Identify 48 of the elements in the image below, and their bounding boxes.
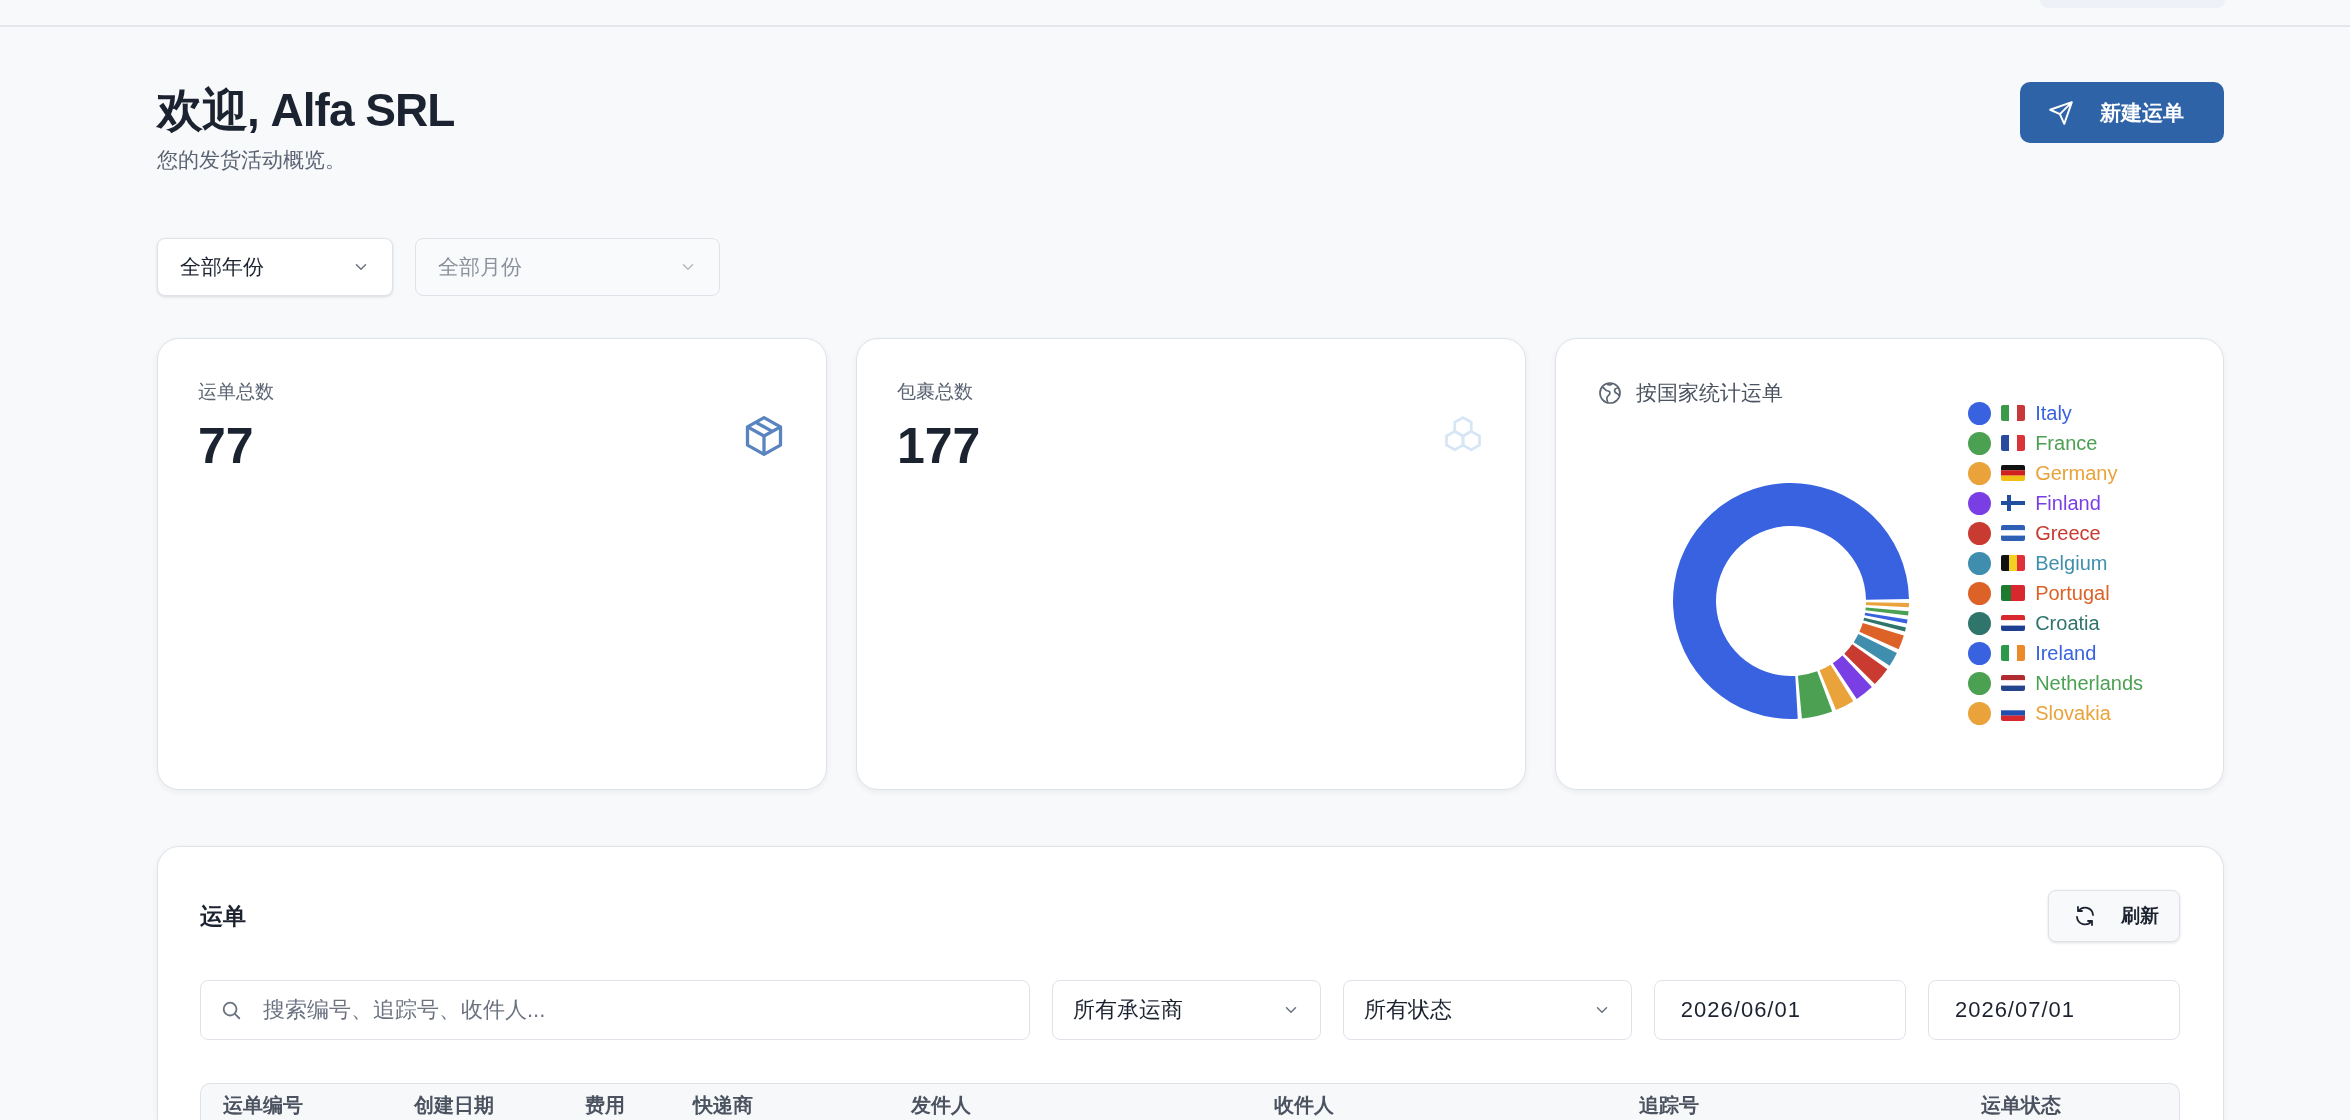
send-icon (2048, 99, 2074, 126)
column-header: 发件人 (911, 1093, 972, 1118)
legend-label: Germany (2035, 461, 2118, 485)
new-shipment-button[interactable]: 新建运单 (2020, 82, 2224, 143)
flag-icon (2001, 615, 2026, 631)
section-title: 运单 (200, 901, 246, 931)
legend-label: France (2035, 431, 2098, 455)
legend-label: Slovakia (2035, 701, 2111, 725)
column-header: 收件人 (1274, 1093, 1335, 1118)
legend-label: Portugal (2035, 581, 2110, 605)
status-dropdown[interactable]: 所有状态 (1342, 980, 1632, 1040)
date-to-field[interactable]: 2026/07/01 (1927, 980, 2180, 1040)
date-from-field[interactable]: 2026/06/01 (1653, 980, 1906, 1040)
column-header: 创建日期 (414, 1093, 495, 1118)
flag-icon (2001, 465, 2026, 481)
refresh-icon (2073, 904, 2097, 928)
legend-label: Netherlands (2035, 671, 2143, 695)
page-subtitle: 您的发货活动概览。 (157, 147, 347, 173)
search-field[interactable]: 搜索编号、追踪号、收件人... (200, 980, 1030, 1040)
flag-icon (2001, 585, 2026, 601)
column-header: 运单编号 (223, 1093, 304, 1118)
column-header: 快递商 (693, 1093, 754, 1118)
column-header: 费用 (585, 1093, 626, 1118)
flag-icon (2001, 495, 2026, 511)
legend-label: Croatia (2035, 611, 2100, 635)
legend-label: Belgium (2035, 551, 2108, 575)
flag-icon (2001, 525, 2026, 541)
chart-title: 按国家统计运单 (1636, 380, 1783, 406)
refresh-button[interactable]: 刷新 (2048, 890, 2180, 942)
stat-label: 运单总数 (198, 380, 274, 404)
flag-icon (2001, 555, 2026, 571)
legend-label: Italy (2035, 401, 2072, 425)
carrier-dropdown[interactable]: 所有承运商 (1052, 980, 1321, 1040)
stat-label: 包裹总数 (897, 380, 974, 404)
column-header: 运单状态 (1981, 1093, 2062, 1118)
legend-label: Greece (2035, 521, 2101, 545)
flag-icon (2001, 405, 2026, 421)
stat-value: 77 (198, 417, 255, 475)
legend-label: Ireland (2035, 641, 2097, 665)
flag-icon (2001, 645, 2026, 661)
stat-value: 177 (897, 417, 981, 475)
column-header: 追踪号 (1639, 1093, 1700, 1118)
page-title: 欢迎, Alfa SRL (157, 83, 455, 138)
flag-icon (2001, 675, 2026, 691)
flag-icon (2001, 435, 2026, 451)
globe-icon (1598, 381, 1622, 405)
legend-label: Finland (2035, 491, 2101, 515)
year-dropdown[interactable]: 全部年份 (157, 238, 393, 296)
